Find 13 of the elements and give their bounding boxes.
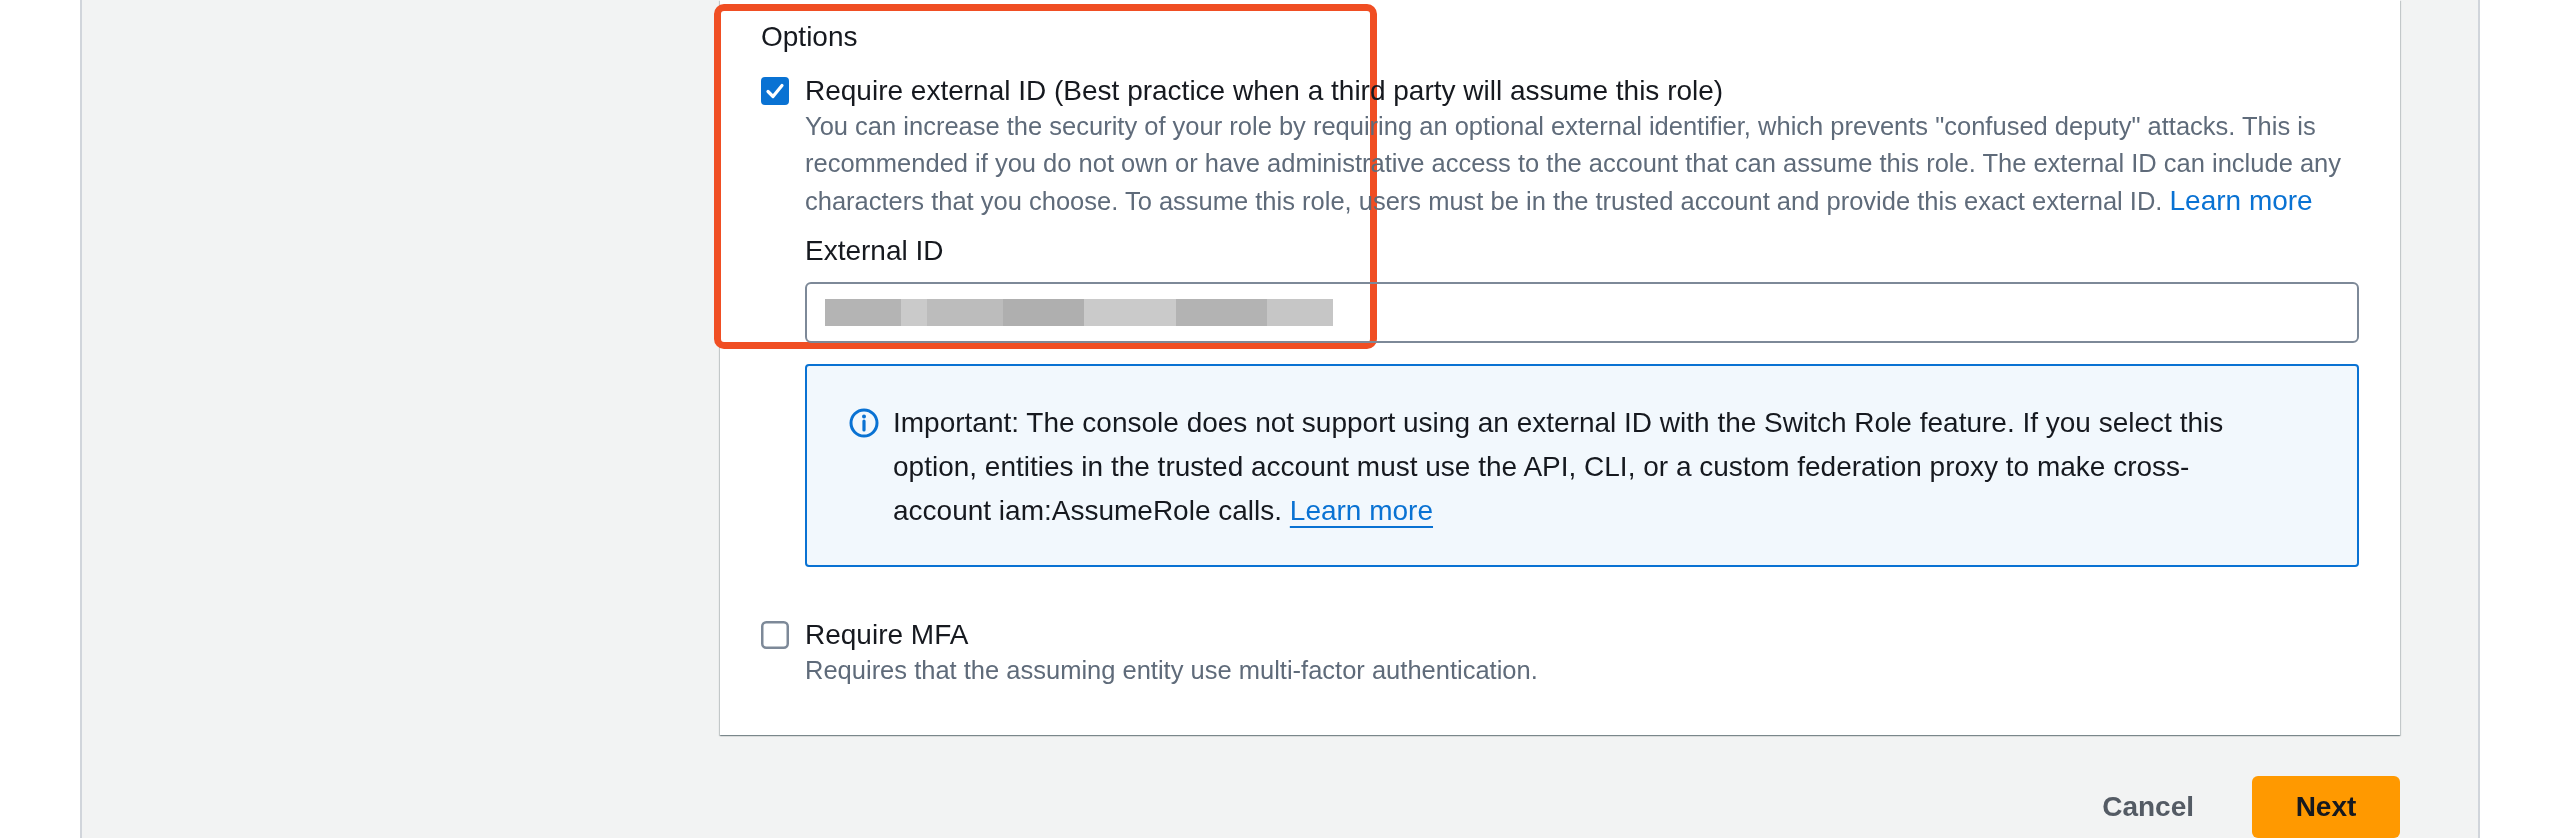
alert-text: Important: The console does not support using an external ID with the Switch Role feature. If you select this option, entities in the trusted account must use the API, CLI, or a custom federation proxy to make cross-account iam:AssumeRole calls. Learn more: [893, 406, 2225, 528]
cancel-button[interactable]: Cancel: [2082, 776, 2214, 838]
checkbox[interactable]: [761, 77, 789, 105]
external-id-field[interactable]: [805, 282, 2359, 343]
learn-more-link[interactable]: Learn more: [1289, 495, 1433, 526]
next-button[interactable]: Next: [2252, 776, 2400, 838]
field-label: External ID: [805, 234, 944, 268]
info-icon: [849, 408, 879, 438]
checkbox-label[interactable]: Require MFA: [805, 618, 969, 652]
option-description: Requires that the assuming entity use multi-factor authentication.: [805, 655, 1539, 686]
learn-more-link[interactable]: Learn more: [2169, 185, 2313, 216]
section-title: Options: [761, 20, 858, 54]
checkbox[interactable]: [761, 621, 789, 649]
